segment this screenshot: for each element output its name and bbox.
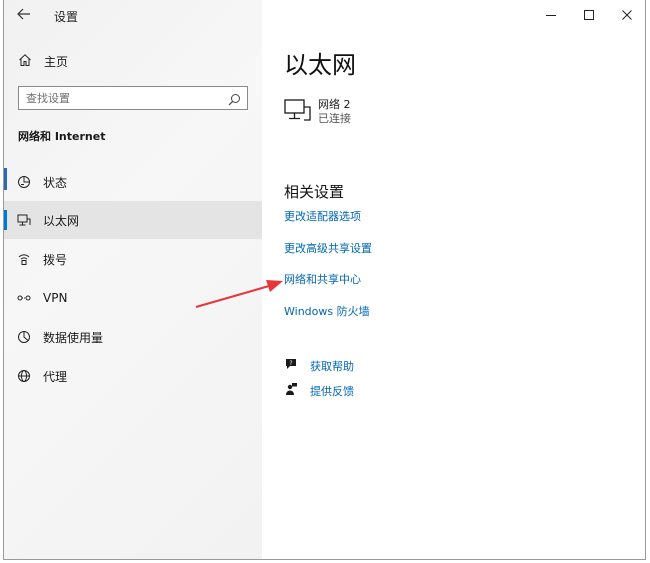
vpn-icon	[17, 291, 31, 305]
close-button[interactable]	[617, 5, 637, 25]
close-icon	[617, 5, 637, 25]
status-icon	[17, 175, 31, 189]
sidebar-item-proxy[interactable]: 代理	[4, 357, 262, 395]
feedback-icon	[284, 381, 298, 400]
sidebar-item-label: VPN	[43, 291, 68, 305]
data-usage-icon	[17, 330, 31, 344]
title-bar: 设置	[4, 0, 262, 32]
app-title: 设置	[54, 10, 79, 24]
ethernet-computer-icon	[284, 98, 312, 128]
related-settings-heading: 相关设置	[284, 183, 345, 201]
network-status: 已连接	[318, 112, 351, 125]
search-box[interactable]	[18, 86, 248, 110]
search-icon[interactable]	[228, 91, 241, 110]
globe-icon	[17, 369, 31, 383]
link-windows-firewall[interactable]: Windows 防火墙	[284, 303, 370, 319]
dialup-icon	[17, 252, 31, 266]
sidebar-item-label: 代理	[43, 369, 68, 384]
network-entry[interactable]: 网络 2 已连接	[284, 98, 351, 128]
svg-text:?: ?	[289, 360, 292, 367]
sidebar-item-vpn[interactable]: VPN	[4, 279, 262, 317]
sidebar-item-data-usage[interactable]: 数据使用量	[4, 318, 262, 356]
sidebar-item-label: 拨号	[43, 252, 68, 267]
get-help-label: 获取帮助	[310, 359, 354, 373]
network-name: 网络 2	[318, 98, 351, 111]
link-adapter-options[interactable]: 更改适配器选项	[284, 208, 361, 224]
sidebar-item-label: 状态	[43, 175, 68, 190]
minimize-icon	[541, 5, 561, 25]
maximize-button[interactable]	[579, 5, 599, 25]
link-network-sharing-center[interactable]: 网络和共享中心	[284, 271, 361, 287]
settings-window: 设置 主页 网络和 Internet 状态 以太网	[3, 0, 646, 560]
link-advanced-sharing[interactable]: 更改高级共享设置	[284, 240, 372, 256]
home-icon	[18, 52, 32, 71]
get-help-link[interactable]: ? 获取帮助	[284, 356, 354, 375]
sidebar-item-label: 以太网	[43, 213, 80, 228]
sidebar: 设置 主页 网络和 Internet 状态 以太网	[4, 0, 262, 559]
help-chat-icon: ?	[284, 356, 298, 375]
search-input[interactable]	[26, 88, 216, 109]
sidebar-item-dialup[interactable]: 拨号	[4, 240, 262, 278]
section-heading: 网络和 Internet	[18, 130, 106, 143]
home-label: 主页	[44, 54, 69, 69]
maximize-icon	[579, 5, 599, 25]
page-title: 以太网	[284, 51, 356, 79]
sidebar-item-label: 数据使用量	[43, 330, 104, 345]
main-content: 以太网 网络 2 已连接 相关设置 更改适配器选项 更改高级共享设置 网络和共享…	[262, 0, 645, 559]
sidebar-item-ethernet[interactable]: 以太网	[4, 201, 262, 239]
ethernet-icon	[17, 213, 31, 227]
network-text: 网络 2 已连接	[318, 98, 351, 128]
back-arrow-icon[interactable]	[16, 6, 34, 24]
give-feedback-label: 提供反馈	[310, 384, 354, 398]
give-feedback-link[interactable]: 提供反馈	[284, 381, 354, 400]
sidebar-home[interactable]: 主页	[18, 52, 68, 70]
sidebar-item-status[interactable]: 状态	[4, 163, 262, 201]
minimize-button[interactable]	[541, 5, 561, 25]
